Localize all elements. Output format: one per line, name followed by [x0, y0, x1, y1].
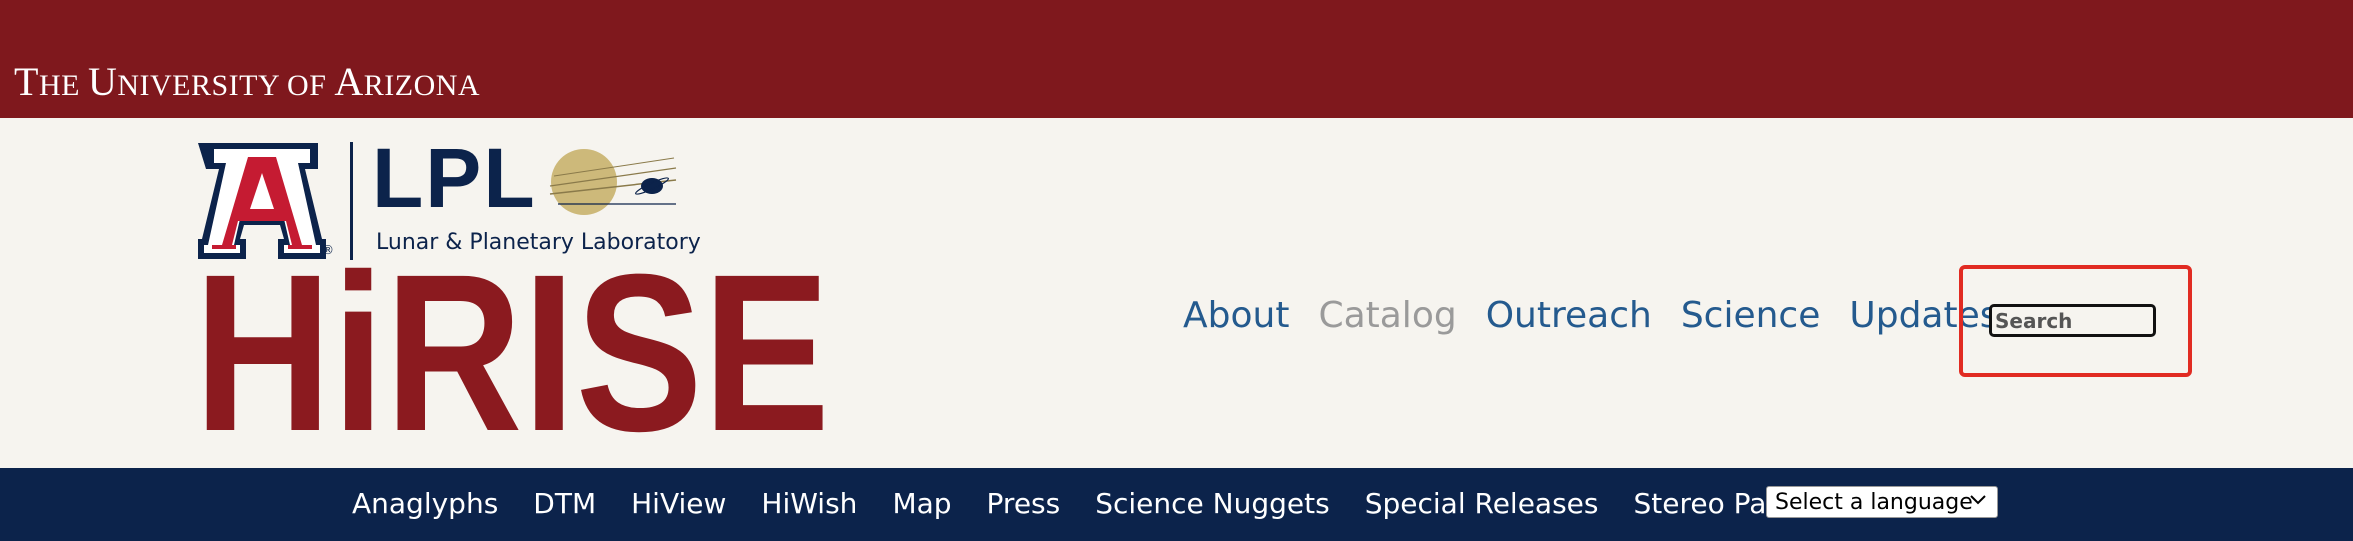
chevron-down-icon: [1970, 495, 1986, 505]
nav-outreach[interactable]: Outreach: [1486, 295, 1652, 336]
language-select-value: Select a language: [1775, 489, 1973, 515]
university-a-logo[interactable]: [198, 143, 326, 259]
language-select[interactable]: Select a language: [1766, 486, 1998, 518]
nav-science[interactable]: Science: [1681, 295, 1821, 336]
planet-emblem-icon: [549, 149, 677, 215]
subnav-anaglyphs[interactable]: Anaglyphs: [352, 487, 498, 520]
registered-mark: ®: [322, 243, 334, 257]
nav-catalog[interactable]: Catalog: [1318, 295, 1456, 336]
university-title[interactable]: THE UNIVERSITY OF ARIZONA: [14, 62, 480, 102]
lpl-subtitle[interactable]: Lunar & Planetary Laboratory: [376, 230, 701, 255]
subnav-special-releases[interactable]: Special Releases: [1365, 487, 1599, 520]
nav-about[interactable]: About: [1183, 295, 1289, 336]
subnav-science-nuggets[interactable]: Science Nuggets: [1095, 487, 1329, 520]
subnav-dtm[interactable]: DTM: [533, 487, 596, 520]
secondary-nav: Anaglyphs DTM HiView HiWish Map Press Sc…: [352, 487, 1800, 520]
subnav-press[interactable]: Press: [987, 487, 1061, 520]
search-input[interactable]: [1989, 304, 2156, 337]
lpl-acronym[interactable]: LPL: [372, 136, 537, 220]
subnav-map[interactable]: Map: [892, 487, 951, 520]
hirise-wordmark: HiRISE: [198, 262, 830, 444]
logo-divider: [350, 142, 353, 260]
subnav-hiview[interactable]: HiView: [631, 487, 726, 520]
university-banner: THE UNIVERSITY OF ARIZONA: [0, 0, 2353, 118]
hirise-logo[interactable]: HiRISE: [198, 262, 830, 444]
subnav-hiwish[interactable]: HiWish: [761, 487, 857, 520]
main-nav: About Catalog Outreach Science Updates: [1183, 290, 1999, 340]
